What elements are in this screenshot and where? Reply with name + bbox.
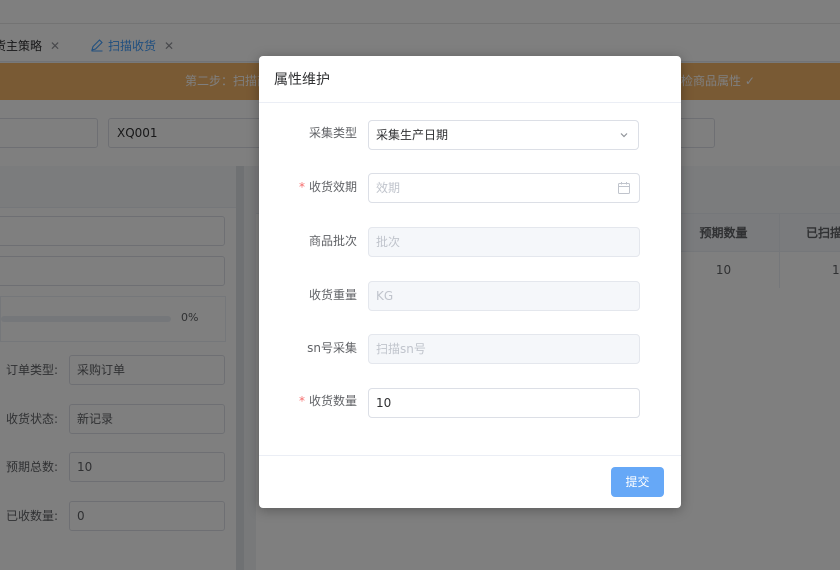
sn-collect-label: sn号采集 (307, 341, 357, 355)
required-asterisk: * (298, 180, 305, 194)
collect-type-select[interactable]: 采集生产日期 (368, 120, 639, 150)
batch-placeholder: 批次 (376, 235, 401, 249)
batch-label: 商品批次 (308, 234, 357, 248)
required-asterisk: * (298, 394, 305, 408)
sn-input: 扫描sn号 (368, 334, 640, 364)
expiry-date-picker[interactable]: 效期 (368, 173, 640, 203)
calendar-icon (618, 182, 630, 194)
receive-qty-value: 10 (376, 396, 392, 410)
attribute-maintenance-dialog: 属性维护 采集类型 采集生产日期 * 收货效期 效期 商品批次 批次 收货重量 K… (259, 56, 681, 508)
weight-input: KG (368, 281, 640, 311)
weight-label: 收货重量 (308, 288, 357, 302)
collect-type-value: 采集生产日期 (376, 128, 449, 142)
chevron-down-icon (620, 133, 628, 138)
expiry-placeholder: 效期 (376, 181, 401, 195)
dialog-title: 属性维护 (274, 72, 330, 88)
weight-placeholder: KG (376, 289, 394, 303)
sn-placeholder: 扫描sn号 (376, 342, 426, 356)
expiry-label: * 收货效期 (298, 180, 357, 194)
collect-type-label: 采集类型 (308, 126, 357, 140)
dialog-header: 属性维护 (259, 56, 681, 103)
receive-qty-input[interactable]: 10 (368, 388, 640, 418)
batch-input: 批次 (368, 227, 640, 257)
submit-button[interactable]: 提交 (611, 467, 664, 497)
receive-qty-label: * 收货数量 (298, 394, 357, 408)
